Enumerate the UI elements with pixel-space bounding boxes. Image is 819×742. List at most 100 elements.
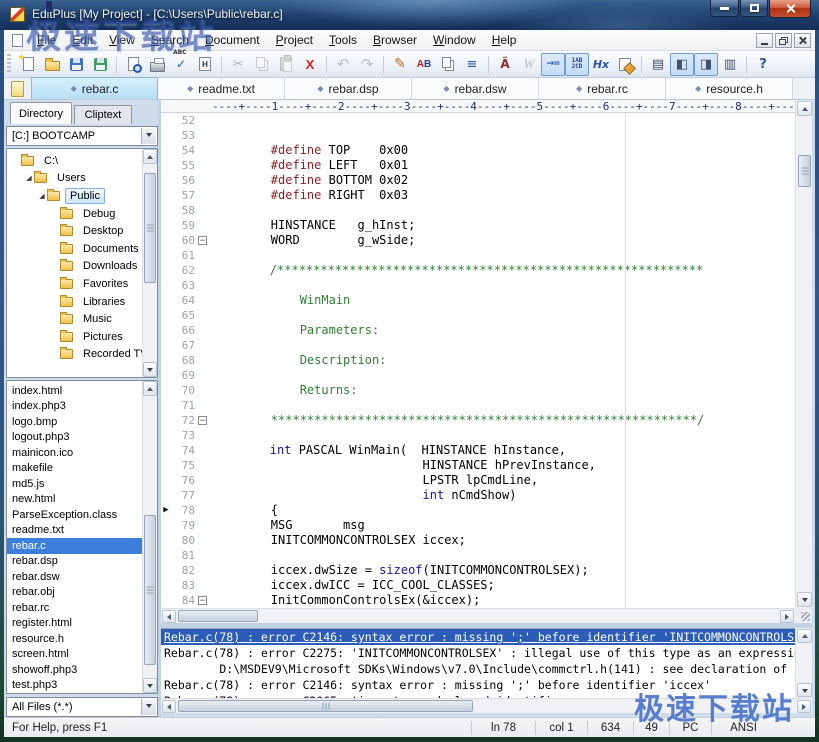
scroll-left-button[interactable] xyxy=(162,700,176,713)
mdi-minimize-button[interactable] xyxy=(756,33,773,48)
file-list-item[interactable]: mainicon.ico xyxy=(7,445,157,461)
file-filter-select[interactable]: All Files (*.*) xyxy=(6,697,158,717)
drive-select[interactable]: [C:] BOOTCAMP xyxy=(6,126,158,146)
code-line[interactable]: 74 LPSTR lpCmdLine, xyxy=(161,443,795,458)
line-number-button[interactable]: 1AB 2CD xyxy=(565,53,589,76)
menu-edit[interactable]: Edit xyxy=(64,31,101,49)
hex-viewer-button[interactable]: Hx xyxy=(589,53,613,76)
code-line[interactable]: 65 xyxy=(161,308,795,323)
preferences-button[interactable] xyxy=(613,53,637,76)
redo-button[interactable]: ↷ xyxy=(355,53,379,76)
save-button[interactable] xyxy=(64,53,88,76)
menu-tools[interactable]: Tools xyxy=(321,31,365,49)
mdi-close-button[interactable] xyxy=(794,33,811,48)
code-line[interactable]: 55 #define RIGHT 0x03 xyxy=(161,158,795,173)
scroll-right-button[interactable] xyxy=(780,610,794,623)
minimize-button[interactable] xyxy=(710,0,739,17)
editor-horizontal-scrollbar[interactable] xyxy=(161,608,795,623)
fold-toggle-icon[interactable]: − xyxy=(198,596,207,605)
paste-button[interactable] xyxy=(274,53,298,76)
scroll-down-button[interactable] xyxy=(143,362,157,377)
fold-toggle-icon[interactable] xyxy=(198,518,211,533)
output-line[interactable]: D:\MSDEV9\Microsoft SDKs\Windows\v7.0\In… xyxy=(161,661,795,677)
file-list-item[interactable]: rebar.dsw xyxy=(7,569,157,585)
scroll-down-button[interactable] xyxy=(797,683,812,697)
delete-button[interactable]: X xyxy=(298,53,322,76)
file-list-item[interactable]: md5.js xyxy=(7,476,157,492)
scroll-up-button[interactable] xyxy=(143,381,157,396)
code-line[interactable]: 61 xyxy=(161,248,795,263)
tree-scrollbar[interactable] xyxy=(142,149,157,377)
toggle-cliptext-window-button[interactable]: ◨ xyxy=(694,53,718,76)
tree-item[interactable]: C:\ xyxy=(7,152,157,170)
tree-item[interactable]: Libraries xyxy=(7,293,157,311)
file-list-item[interactable]: logo.bmp xyxy=(7,414,157,430)
fold-toggle-icon[interactable] xyxy=(198,113,211,128)
fold-toggle-icon[interactable] xyxy=(198,503,211,518)
scroll-up-button[interactable] xyxy=(797,101,812,116)
scroll-thumb[interactable] xyxy=(178,610,258,622)
menu-search[interactable]: Search xyxy=(143,31,197,49)
fold-toggle-icon[interactable] xyxy=(198,548,211,563)
tree-item[interactable]: Favorites xyxy=(7,275,157,293)
fold-toggle-icon[interactable] xyxy=(198,158,211,173)
fold-toggle-icon[interactable] xyxy=(198,308,211,323)
file-list-item[interactable]: ParseException.class xyxy=(7,507,157,523)
code-line[interactable]: 73 HINSTANCE hPrevInstance, xyxy=(161,428,795,443)
fold-toggle-icon[interactable] xyxy=(198,263,211,278)
scroll-down-button[interactable] xyxy=(143,678,157,693)
scroll-thumb[interactable] xyxy=(798,155,811,187)
copy-button[interactable] xyxy=(250,53,274,76)
document-menu-icon[interactable] xyxy=(12,34,23,47)
whitespace-toggle-button[interactable]: →= xyxy=(541,53,565,76)
toggle-output-window-button[interactable]: ▥ xyxy=(718,53,742,76)
menu-view[interactable]: View xyxy=(101,31,143,49)
tab-directory[interactable]: Directory xyxy=(10,102,72,124)
sort-button[interactable]: ≡ xyxy=(460,53,484,76)
context-help-button[interactable]: ? xyxy=(751,53,775,76)
output-window[interactable]: Rebar.c(78) : error C2146: syntax error … xyxy=(161,628,795,698)
code-editor[interactable]: 52 #define TOP 0x00 53 #define LEFT 0x01… xyxy=(161,113,795,608)
scroll-thumb[interactable] xyxy=(144,515,156,665)
tab-rebar-rc[interactable]: ◆ rebar.rc xyxy=(539,78,666,99)
copy-append-button[interactable] xyxy=(436,53,460,76)
open-file-button[interactable] xyxy=(40,53,64,76)
code-line[interactable]: 59 xyxy=(161,218,795,233)
scroll-thumb[interactable] xyxy=(178,700,473,712)
code-line[interactable]: 75 int nCmdShow) xyxy=(161,458,795,473)
code-line[interactable]: 52 #define TOP 0x00 xyxy=(161,113,795,128)
tree-item[interactable]: Documents xyxy=(7,240,157,258)
code-line[interactable]: 64 Parameters: xyxy=(161,293,795,308)
fold-toggle-icon[interactable] xyxy=(198,128,211,143)
fold-toggle-icon[interactable] xyxy=(198,323,211,338)
tree-expander-icon[interactable]: ◢ xyxy=(37,192,47,200)
scroll-up-button[interactable] xyxy=(797,629,812,643)
fold-toggle-icon[interactable] xyxy=(198,188,211,203)
fold-toggle-icon[interactable] xyxy=(198,293,211,308)
tab-resource-h[interactable]: ◆ resource.h xyxy=(666,78,793,99)
file-list-item[interactable]: readme.txt xyxy=(7,523,157,539)
save-all-button[interactable] xyxy=(88,53,112,76)
code-line[interactable]: 54 #define BOTTOM 0x02 xyxy=(161,143,795,158)
toolbar-separator[interactable] xyxy=(217,53,226,76)
toolbar-separator[interactable] xyxy=(322,53,331,76)
code-line[interactable]: 57 HINSTANCE g_hInst; xyxy=(161,188,795,203)
fold-toggle-icon[interactable] xyxy=(198,488,211,503)
mdi-restore-button[interactable] xyxy=(775,33,792,48)
code-line[interactable]: 79 xyxy=(161,518,795,533)
menu-file[interactable]: File xyxy=(29,31,64,49)
word-wrap-button[interactable]: W xyxy=(517,53,541,76)
fold-toggle-icon[interactable] xyxy=(198,563,211,578)
resize-grip-icon[interactable] xyxy=(801,612,810,621)
fold-toggle-icon[interactable] xyxy=(198,383,211,398)
close-button[interactable] xyxy=(769,0,811,18)
fold-toggle-icon[interactable]: − xyxy=(198,236,207,245)
toolbar-separator[interactable] xyxy=(637,53,646,76)
code-line[interactable]: 66 Description: xyxy=(161,323,795,338)
code-line[interactable]: 80 iccex.dwSize = sizeof(INITCOMMONCONTR… xyxy=(161,533,795,548)
code-line[interactable]: 60 − /**********************************… xyxy=(161,233,795,248)
fold-toggle-icon[interactable] xyxy=(198,143,211,158)
code-line[interactable]: 53 #define LEFT 0x01 xyxy=(161,128,795,143)
fold-toggle-icon[interactable] xyxy=(198,278,211,293)
toggle-directory-window-button[interactable]: ◧ xyxy=(670,53,694,76)
